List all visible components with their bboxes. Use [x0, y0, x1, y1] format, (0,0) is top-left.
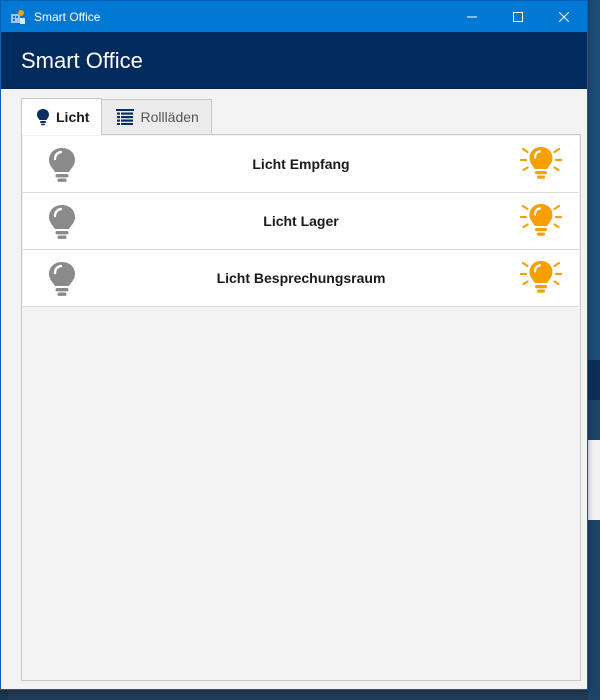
bulb-on-icon [519, 261, 563, 293]
bulb-off-button[interactable] [47, 261, 77, 297]
bulb-icon [36, 108, 50, 126]
list-item: Licht Empfang [23, 136, 579, 193]
list-item: Licht Lager [23, 193, 579, 250]
bulb-off-button[interactable] [47, 147, 77, 183]
bulb-off-icon [49, 262, 75, 296]
app-header: Smart Office [1, 32, 587, 89]
tab-licht-label: Licht [56, 109, 90, 125]
bulb-off-button[interactable] [47, 204, 77, 240]
tab-rolllaeden-label: Rollläden [140, 109, 199, 125]
background-window-edge [588, 0, 600, 700]
list-item: Licht Besprechungsraum [23, 250, 579, 307]
maximize-icon [513, 11, 523, 22]
tab-content-panel: Licht Empfang Licht Lager Licht Besprech… [21, 134, 581, 681]
close-icon [559, 11, 569, 22]
tab-licht[interactable]: Licht [21, 98, 103, 135]
tab-rolllaeden[interactable]: Rollläden [102, 99, 212, 134]
bulb-on-button[interactable] [519, 145, 563, 185]
bulb-on-icon [519, 147, 563, 179]
page-title: Smart Office [21, 47, 143, 73]
minimize-icon [467, 16, 477, 17]
blinds-icon [116, 109, 135, 125]
bulb-off-icon [49, 148, 75, 182]
close-button[interactable] [541, 1, 587, 32]
light-label: Licht Besprechungsraum [216, 270, 386, 286]
minimize-button[interactable] [449, 1, 495, 32]
app-window: Smart Office Smart Office Licht Rollläde… [0, 0, 588, 690]
maximize-button[interactable] [495, 1, 541, 32]
bulb-off-icon [49, 205, 75, 239]
light-label: Licht Lager [263, 213, 339, 229]
bulb-on-icon [519, 204, 563, 236]
tab-bar: Licht Rollläden [21, 98, 212, 135]
window-controls [449, 1, 587, 32]
light-list: Licht Empfang Licht Lager Licht Besprech… [23, 136, 579, 307]
app-icon [10, 9, 26, 25]
bulb-on-button[interactable] [519, 202, 563, 242]
bulb-on-button[interactable] [519, 259, 563, 299]
window-title: Smart Office [34, 9, 101, 24]
light-label: Licht Empfang [252, 156, 350, 172]
title-bar[interactable]: Smart Office [1, 1, 587, 32]
